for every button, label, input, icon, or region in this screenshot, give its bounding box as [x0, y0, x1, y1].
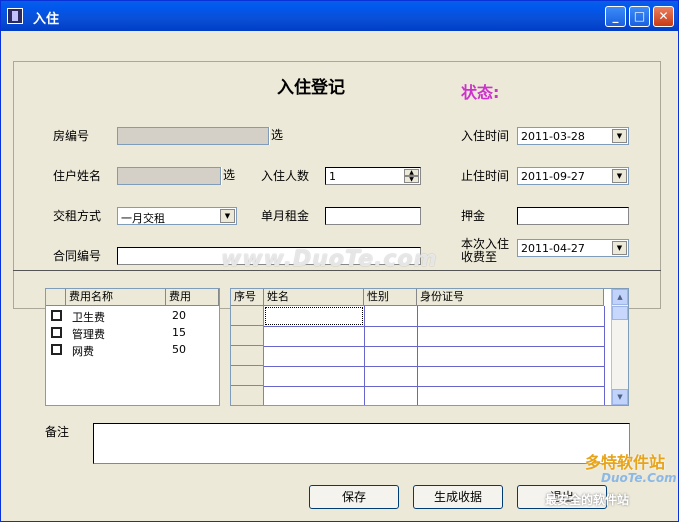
- paid-until-label-line2: 收费至: [461, 250, 498, 264]
- occupants-table[interactable]: 序号 姓名 性别 身份证号 ▲ ▼: [230, 288, 629, 406]
- occupants-stepper[interactable]: 1 ▲ ▼: [325, 167, 421, 185]
- deposit-label: 押金: [461, 209, 486, 223]
- occupants-header-gender: 性别: [364, 289, 417, 306]
- fee-checkbox[interactable]: [51, 344, 62, 355]
- rent-mode-value: 一月交租: [121, 212, 165, 225]
- deposit-input[interactable]: [517, 207, 629, 225]
- paid-until-value: 2011-04-27: [521, 242, 585, 255]
- monthly-rent-input[interactable]: [325, 207, 421, 225]
- row-header[interactable]: [231, 326, 264, 346]
- remarks-label: 备注: [45, 425, 70, 439]
- resident-name-field[interactable]: [117, 167, 221, 185]
- fees-header-amount: 费用: [166, 289, 219, 306]
- row-header[interactable]: [231, 386, 264, 405]
- rent-mode-select[interactable]: 一月交租 ▼: [117, 207, 237, 225]
- grid-line: [364, 306, 365, 405]
- resident-name-label: 住户姓名: [53, 169, 102, 183]
- fee-amount: 15: [172, 326, 186, 339]
- occupants-label: 入住人数: [261, 169, 310, 183]
- fee-name: 卫生费: [72, 311, 105, 324]
- room-no-label: 房编号: [53, 129, 90, 143]
- save-button[interactable]: 保存: [309, 485, 399, 509]
- scroll-thumb[interactable]: [612, 306, 628, 320]
- generate-receipt-button[interactable]: 生成收据: [413, 485, 503, 509]
- maximize-button[interactable]: □: [629, 6, 650, 27]
- grid-line: [264, 346, 604, 347]
- row-header[interactable]: [231, 346, 264, 366]
- logo-tagline: 最安全的软件站: [545, 493, 630, 507]
- logo-title: 多特软件站: [585, 453, 666, 472]
- row-header[interactable]: [231, 366, 264, 386]
- checkin-time-value: 2011-03-28: [521, 130, 585, 143]
- chevron-down-icon[interactable]: ▼: [612, 241, 627, 255]
- checkout-time-label: 止住时间: [461, 169, 510, 183]
- grid-line: [264, 386, 604, 387]
- grid-line: [604, 306, 605, 405]
- logo-domain: DuoTe.Com: [601, 471, 677, 485]
- form-area: 入住登记 状态: 房编号 住户姓名 交租方式 合同编号 选 选 一月交租 ▼ 入…: [5, 35, 677, 519]
- watermark-logo: 多特软件站 DuoTe.Com 最安全的软件站: [545, 445, 677, 515]
- paid-until-label: 本次入住 收费至: [461, 238, 509, 264]
- fee-checkbox[interactable]: [51, 327, 62, 338]
- monthly-rent-label: 单月租金: [261, 209, 310, 223]
- checkin-time-label: 入住时间: [461, 129, 510, 143]
- grid-line: [417, 306, 418, 405]
- rent-mode-label: 交租方式: [53, 209, 102, 223]
- scroll-up-icon[interactable]: ▲: [612, 289, 628, 305]
- fees-table[interactable]: 费用名称 费用 卫生费 20 管理费 15 网费 50: [45, 288, 220, 406]
- table-row[interactable]: 卫生费 20: [46, 307, 219, 324]
- close-button[interactable]: ✕: [653, 6, 674, 27]
- fees-header-corner: [46, 289, 66, 306]
- grid-line: [264, 326, 604, 327]
- title-bar[interactable]: 入住 _ □ ✕: [1, 1, 678, 31]
- contract-no-label: 合同编号: [53, 249, 102, 263]
- active-cell[interactable]: [265, 307, 363, 325]
- fee-amount: 20: [172, 309, 186, 322]
- chevron-down-icon[interactable]: ▼: [612, 129, 627, 143]
- window-title: 入住: [33, 12, 60, 27]
- fee-name: 网费: [72, 345, 94, 358]
- app-icon: [7, 8, 23, 24]
- watermark-text: www.DuoTe.com: [221, 247, 438, 272]
- fee-name: 管理费: [72, 328, 105, 341]
- checkin-time-picker[interactable]: 2011-03-28 ▼: [517, 127, 629, 145]
- resident-pick-button[interactable]: 选: [221, 167, 237, 185]
- paid-until-picker[interactable]: 2011-04-27 ▼: [517, 239, 629, 257]
- page-title: 入住登记: [277, 78, 345, 98]
- chevron-down-icon[interactable]: ▼: [612, 169, 627, 183]
- table-row[interactable]: 网费 50: [46, 341, 219, 358]
- row-header[interactable]: [231, 306, 264, 326]
- scroll-down-icon[interactable]: ▼: [612, 389, 628, 405]
- minimize-button[interactable]: _: [605, 6, 626, 27]
- fee-amount: 50: [172, 343, 186, 356]
- grid-line: [264, 366, 604, 367]
- checkout-time-picker[interactable]: 2011-09-27 ▼: [517, 167, 629, 185]
- checkout-time-value: 2011-09-27: [521, 170, 585, 183]
- chevron-down-icon[interactable]: ▼: [220, 209, 235, 223]
- stepper-down-icon[interactable]: ▼: [404, 176, 419, 183]
- occupants-header-index: 序号: [231, 289, 264, 306]
- table-row[interactable]: 管理费 15: [46, 324, 219, 341]
- room-pick-button[interactable]: 选: [269, 127, 285, 145]
- occupants-scrollbar[interactable]: ▲ ▼: [611, 289, 628, 405]
- occupants-header-name: 姓名: [264, 289, 364, 306]
- checkin-window: 入住 _ □ ✕ 入住登记 状态: 房编号 住户姓名 交租方式 合同编号 选 选…: [0, 0, 679, 522]
- fee-checkbox[interactable]: [51, 310, 62, 321]
- room-no-field[interactable]: [117, 127, 269, 145]
- occupants-header-id: 身份证号: [417, 289, 604, 306]
- stepper-up-icon[interactable]: ▲: [404, 169, 419, 176]
- occupants-value: 1: [329, 170, 336, 183]
- fees-header-name: 费用名称: [66, 289, 166, 306]
- status-label: 状态:: [461, 83, 500, 102]
